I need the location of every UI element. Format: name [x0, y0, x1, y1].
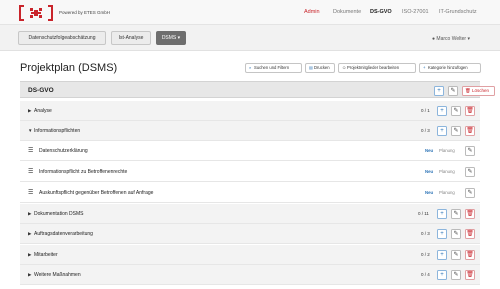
status-badge-neu: Neu [425, 148, 434, 153]
tab-dsms-label: DSMS [161, 35, 177, 41]
caret-right-icon[interactable]: ▶ [28, 108, 31, 114]
edit-button[interactable]: ✎ [451, 126, 461, 136]
row-label: Weitere Maßnahmen [34, 272, 81, 278]
edit-button[interactable]: ✎ [451, 106, 461, 116]
edit-members-button[interactable]: ☺Projektmitglieder bearbeiten [338, 63, 416, 73]
add-button[interactable]: + [437, 270, 447, 280]
delete-button[interactable]: 🗑 [465, 229, 475, 239]
delete-button[interactable]: 🗑 [465, 250, 475, 260]
caret-right-icon[interactable]: ▶ [28, 231, 31, 237]
edit-button[interactable]: ✎ [451, 250, 461, 260]
table-row-informationspflichten[interactable]: ▼ Informationspflichten 0 / 3 + ✎ 🗑 [20, 121, 480, 141]
table-row-weitere-massnahmen[interactable]: ▶ Weitere Maßnahmen 0 / 4 + ✎ 🗑 [20, 265, 480, 285]
edit-button[interactable]: ✎ [451, 270, 461, 280]
row-label: Analyse [34, 108, 52, 114]
delete-label: Löschen [471, 88, 489, 93]
row-label: Auftragsdatenverarbeitung [34, 231, 93, 237]
caret-right-icon[interactable]: ▶ [28, 252, 31, 258]
row-label: Informationspflicht zu Betroffenenrechte [39, 169, 128, 175]
edit-button[interactable]: ✎ [465, 167, 475, 177]
row-count: 0 / 2 [421, 252, 430, 257]
print-label: Drucken [314, 65, 330, 70]
row-count: 0 / 3 [421, 231, 430, 236]
delete-button[interactable]: 🗑 [465, 106, 475, 116]
logo-bracket-right [48, 5, 53, 21]
table-row-mitarbeiter[interactable]: ▶ Mitarbeiter 0 / 2 + ✎ 🗑 [20, 245, 480, 265]
page-title: Projektplan (DSMS) [20, 62, 118, 74]
tab-ist-analyse[interactable]: Ist-Analyse [111, 31, 151, 45]
list-icon: ☰ [28, 190, 34, 196]
edit-button[interactable]: ✎ [451, 209, 461, 219]
edit-members-label: Projektmitglieder bearbeiten [347, 65, 400, 70]
plus-icon: + [437, 88, 441, 94]
row-label: Informationspflichten [34, 128, 81, 134]
logo-mark-icon [30, 8, 42, 18]
delete-button[interactable]: 🗑 [465, 126, 475, 136]
table-row-auskunftspflicht[interactable]: ☰ Auskunftspflicht gegenüber Betroffenen… [20, 183, 480, 203]
status-badge-neu: Neu [425, 169, 434, 174]
table-row-analyse[interactable]: ▶ Analyse 0 / 1 + ✎ 🗑 [20, 101, 480, 121]
nav-ds-gvo[interactable]: DS-GVO [370, 9, 392, 15]
add-button[interactable]: + [437, 250, 447, 260]
nav-it-grundschutz[interactable]: IT-Grundschutz [439, 9, 477, 15]
edit-button[interactable]: ✎ [451, 229, 461, 239]
add-button[interactable]: + [437, 106, 447, 116]
print-button[interactable]: ▤Drucken [305, 63, 335, 73]
row-count: 0 / 1 [421, 108, 430, 113]
tab-datenschutzfolgeabschaetzung[interactable]: Datenschutzfolgeabschätzung [18, 31, 106, 45]
row-label: Dokumentation DSMS [34, 211, 84, 217]
table-row-dokumentation-dsms[interactable]: ▶ Dokumentation DSMS 0 / 11 + ✎ 🗑 [20, 204, 480, 224]
status-badge-neu: Neu [425, 190, 434, 195]
add-category-button[interactable]: + Kategorie hinzufügen [419, 63, 481, 73]
chevron-down-icon: ▾ [177, 35, 181, 41]
nav-admin[interactable]: Admin [304, 9, 320, 15]
row-label: Auskunftspflicht gegenüber Betroffenen a… [39, 190, 154, 196]
top-navbar: Powered by ETES GmbH Admin Dokumente DS-… [0, 0, 500, 25]
chevron-down-icon: ▾ [467, 36, 470, 42]
tab-dsms-dropdown[interactable]: DSMS ▾ [156, 31, 186, 45]
table-row-datenschutzerklaerung[interactable]: ☰ Datenschutzerklärung Neu Planung ✎ [20, 141, 480, 161]
list-icon: ☰ [28, 148, 34, 154]
status-planung: Planung [439, 148, 455, 153]
user-icon: ● [432, 36, 436, 42]
status-planung: Planung [439, 190, 455, 195]
caret-right-icon[interactable]: ▶ [28, 211, 31, 217]
edit-button[interactable]: ✎ [465, 146, 475, 156]
nav-dokumente[interactable]: Dokumente [333, 9, 361, 15]
trash-icon: 🗑 [465, 88, 471, 93]
caret-down-icon[interactable]: ▼ [28, 128, 32, 133]
powered-by-text: Powered by ETES GmbH [59, 10, 111, 15]
etes-logo[interactable] [19, 5, 53, 21]
table-header-label: DS-GVO [28, 87, 54, 94]
search-filter-button[interactable]: ⌕ Suchen und Filtern [245, 63, 302, 73]
row-label: Mitarbeiter [34, 252, 58, 258]
user-menu[interactable]: ● Marco Welter ▾ [432, 36, 470, 42]
list-icon: ☰ [28, 169, 34, 175]
row-count: 0 / 11 [418, 211, 429, 216]
delete-button[interactable]: 🗑 Löschen [462, 86, 495, 96]
row-count: 0 / 3 [421, 128, 430, 133]
add-button[interactable]: + [437, 126, 447, 136]
edit-icon: ✎ [450, 88, 456, 94]
table-header: DS-GVO + ✎ 🗑 Löschen [20, 81, 495, 98]
nav-iso-27001[interactable]: ISO-27001 [402, 9, 429, 15]
caret-right-icon[interactable]: ▶ [28, 272, 31, 278]
logo-bracket-left [19, 5, 24, 21]
add-button[interactable]: + [434, 86, 444, 96]
table-row-auftragsdatenverarbeitung[interactable]: ▶ Auftragsdatenverarbeitung 0 / 3 + ✎ 🗑 [20, 224, 480, 244]
add-button[interactable]: + [437, 229, 447, 239]
table-row-informationspflicht-betroffenenrechte[interactable]: ☰ Informationspflicht zu Betroffenenrech… [20, 162, 480, 182]
row-label: Datenschutzerklärung [39, 148, 88, 154]
row-count: 0 / 4 [421, 272, 430, 277]
add-button[interactable]: + [437, 209, 447, 219]
delete-button[interactable]: 🗑 [465, 270, 475, 280]
edit-button[interactable]: ✎ [465, 188, 475, 198]
user-name: Marco Welter [436, 36, 467, 42]
edit-button[interactable]: ✎ [448, 86, 458, 96]
delete-button[interactable]: 🗑 [465, 209, 475, 219]
add-category-label: Kategorie hinzufügen [428, 65, 468, 70]
status-planung: Planung [439, 169, 455, 174]
search-filter-label: Suchen und Filtern [254, 65, 290, 70]
